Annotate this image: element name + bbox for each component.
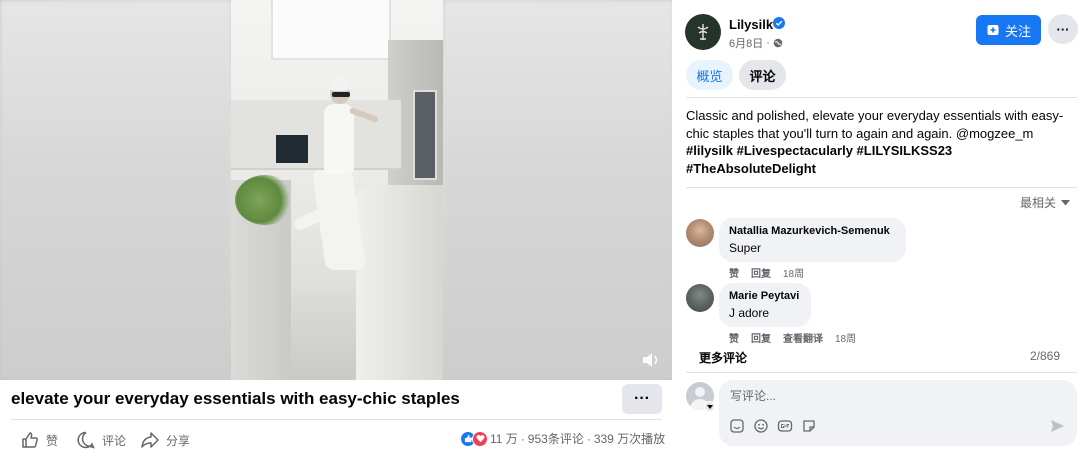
globe-icon [773,38,783,48]
comment-button[interactable]: 评论 [76,428,126,452]
separator: · [586,431,591,446]
post-body: Classic and polished, elevate your every… [686,108,1064,141]
caret-down-icon [1061,199,1071,205]
comment-bubble: Natallia Mazurkevich-Semenuk Super [719,218,906,262]
commenter-avatar[interactable] [686,284,714,312]
comment-text: Super [729,241,762,255]
volume-muted-icon [643,353,658,367]
comment-bubble-icon [77,431,95,449]
commenter-avatar[interactable] [686,219,714,247]
video-title: elevate your everyday essentials with ea… [11,389,460,408]
gif-button[interactable] [776,417,794,435]
share-label: 分享 [166,433,191,448]
sticker-button[interactable] [728,417,746,435]
comment-counter: 2/869 [1030,349,1061,363]
video-more-button[interactable]: ··· [622,384,662,414]
comment-reply-button[interactable]: 回复 [751,330,771,345]
reaction-count[interactable]: 11 万 [490,430,518,447]
comment-like-button[interactable]: 赞 [729,265,739,280]
video-blur-backdrop-left [0,0,231,380]
post-hashtags[interactable]: #lilysilk #Livespectacularly #LILYSILKSS… [686,142,1077,177]
share-arrow-icon [141,432,159,448]
comment-input[interactable] [730,386,1050,406]
reaction-stats[interactable]: 11 万 · 953条评论 · 339 万次播放 [460,430,665,447]
share-button[interactable]: 分享 [140,428,190,452]
gif-icon [777,420,793,432]
profile-switch-icon[interactable] [704,401,715,412]
comment-bubble: Marie Peytavi J adore [719,283,811,327]
comment-composer [719,380,1077,446]
comment-count[interactable]: 953条评论 [528,430,584,447]
comment-time[interactable]: 18周 [783,265,804,280]
comment-sort-dropdown[interactable]: 最相关 [1020,194,1071,211]
comment-actions: 赞 回复 18周 [729,265,804,280]
volume-button[interactable] [637,349,663,373]
emoji-button[interactable] [752,417,770,435]
emoji-icon [754,419,768,433]
post-meta: 6月8日 · [729,35,783,51]
comment-like-button[interactable]: 赞 [729,330,739,345]
love-reaction-icon [472,430,488,447]
post-more-button[interactable]: ··· [1048,14,1078,44]
verified-badge-icon [773,17,785,29]
comment-reply-button[interactable]: 回复 [751,265,771,280]
sort-label: 最相关 [1020,196,1057,210]
divider [11,419,662,420]
divider [686,187,1077,188]
comment-actions: 赞 回复 查看翻译 18周 [729,330,856,345]
sticker-icon [730,419,744,433]
video-frame [231,0,443,380]
follow-icon [987,25,999,35]
video-player[interactable] [0,0,672,380]
post-text: Classic and polished, elevate your every… [686,107,1077,177]
comment-author[interactable]: Marie Peytavi [729,290,801,302]
tab-overview[interactable]: 概览 [686,60,733,90]
video-blur-backdrop-right [443,0,672,380]
view-count: 339 万次播放 [593,432,666,446]
post-date[interactable]: 6月8日 [729,35,763,51]
send-icon [1051,420,1064,432]
follow-label: 关注 [1004,23,1031,39]
tab-comments[interactable]: 评论 [739,60,786,90]
separator: · [766,37,770,49]
follow-button[interactable]: 关注 [976,15,1041,45]
more-comments-button[interactable]: 更多评论 [699,349,747,366]
like-label: 赞 [46,433,59,448]
separator: · [520,431,525,446]
comment-label: 评论 [102,433,127,448]
comment-text: J adore [729,306,770,320]
comment-time[interactable]: 18周 [835,330,856,345]
comment-author[interactable]: Natallia Mazurkevich-Semenuk [729,225,896,237]
send-comment-button[interactable] [1048,418,1066,436]
thumbs-up-icon [22,432,38,448]
like-button[interactable]: 赞 [20,428,58,452]
lilysilk-logo-icon [697,24,709,40]
avatar-sticker-button[interactable] [800,417,818,435]
page-name[interactable]: Lilysilk [729,17,773,32]
avatar-sticker-icon [803,420,815,432]
page-avatar[interactable] [685,14,721,50]
divider [686,372,1077,373]
see-translation-button[interactable]: 查看翻译 [783,330,823,345]
divider [686,97,1077,98]
